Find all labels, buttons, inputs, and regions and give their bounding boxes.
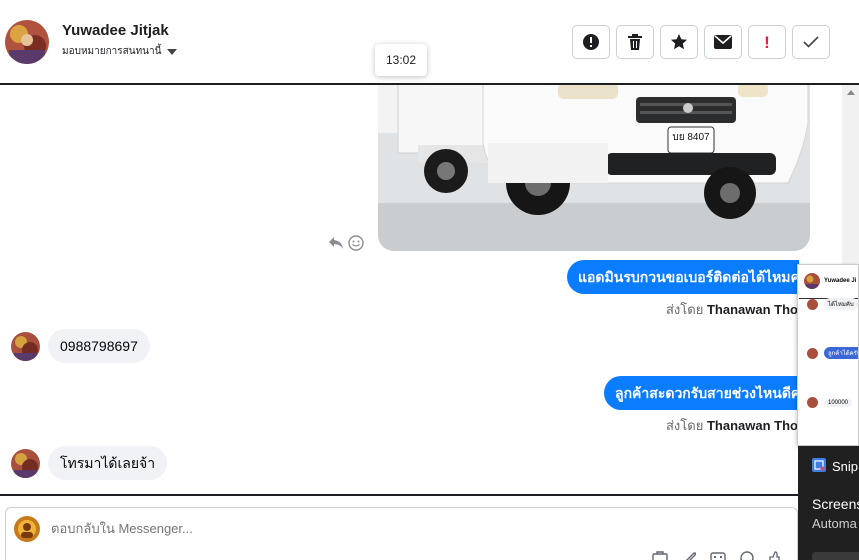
composer-tools [652, 550, 780, 560]
mark-unread-button[interactable] [704, 25, 742, 59]
popup-row-avatar [807, 347, 818, 359]
react-emoji-icon[interactable] [348, 235, 364, 256]
popup-message: ได้ไหมคับ [824, 298, 858, 310]
assign-conversation-dropdown[interactable]: มอบหมายการสนทนานี้ [62, 44, 178, 59]
snip-subtext: Automa [812, 516, 857, 531]
popup-row-avatar [807, 298, 818, 310]
reply-input[interactable] [51, 521, 451, 536]
contact-avatar-small[interactable] [11, 448, 40, 478]
shared-photo-van[interactable]: บย 8407 [378, 85, 810, 251]
assign-label: มอบหมายการสนทนานี้ [62, 46, 162, 57]
popup-message: ลูกค้าได้ครับ [824, 347, 858, 359]
bag-icon[interactable] [652, 550, 668, 560]
outgoing-message[interactable]: แอดมินรบกวนขอเบอร์ติดต่อได้ไหมคะ [567, 260, 799, 294]
alert-circle-icon [582, 33, 600, 51]
conversation-toolbar: ! [572, 25, 830, 59]
popup-message-row: ได้ไหมคับ [807, 298, 858, 310]
license-plate: บย 8407 [672, 132, 710, 143]
snip-headline: Screens [812, 496, 859, 512]
incoming-message[interactable]: 0988798697 [48, 329, 150, 363]
star-button[interactable] [660, 25, 698, 59]
star-icon [670, 33, 688, 51]
caret-down-icon [167, 48, 178, 55]
popup-message: 100000 [824, 398, 853, 407]
snipping-tool-notification[interactable]: Snip Screens Automa [798, 446, 859, 560]
incoming-message-row: 0988798697 [11, 329, 150, 363]
emoji-icon[interactable] [740, 550, 754, 560]
check-icon [803, 36, 819, 48]
popup-contact-name: Yuwadee Ji [824, 278, 857, 284]
contact-name[interactable]: Yuwadee Jitjak [62, 22, 169, 39]
delete-button[interactable] [616, 25, 654, 59]
sent-by-label: ส่งโดย Thanawan Thon [666, 302, 806, 317]
saved-reply-icon[interactable] [710, 550, 726, 560]
snip-action-button[interactable] [812, 552, 859, 560]
snip-app-name: Snip [832, 459, 859, 474]
mark-important-button[interactable]: ! [748, 25, 786, 59]
screenshot-preview-popup[interactable]: Yuwadee Ji ได้ไหมคับ ลูกค้าได้ครับ 10000… [797, 264, 859, 446]
reply-icon[interactable] [328, 236, 344, 255]
message-actions [328, 235, 364, 256]
popup-row-avatar [807, 397, 818, 408]
mark-spam-button[interactable] [572, 25, 610, 59]
exclamation-icon: ! [764, 32, 770, 52]
mark-done-button[interactable] [792, 25, 830, 59]
snipping-tool-icon [812, 458, 826, 475]
snip-title-row: Snip [812, 458, 858, 475]
conversation-header: Yuwadee Jitjak มอบหมายการสนทนานี้ ! [0, 0, 859, 84]
outgoing-message[interactable]: ลูกค้าสะดวกรับสายช่วงไหนดีคะ [604, 376, 799, 410]
sender-name: Thanawan Thon [706, 418, 806, 433]
timestamp-tooltip: 13:02 [375, 44, 427, 76]
popup-message-row: 100000 [807, 397, 853, 408]
reply-composer [5, 507, 798, 560]
like-icon[interactable] [768, 550, 780, 560]
popup-message-row: ลูกค้าได้ครับ [807, 347, 858, 359]
popup-header: Yuwadee Ji [804, 273, 856, 289]
message-thread: บย 8407 แอดมินรบกวนขอเบอร์ติดต่อได้ไหมคะ… [0, 83, 859, 496]
incoming-message-row: โทรมาได้เลยจ้า [11, 446, 168, 480]
contact-avatar[interactable] [5, 20, 49, 64]
page-avatar [14, 516, 40, 542]
incoming-message[interactable]: โทรมาได้เลยจ้า [48, 446, 168, 480]
contact-avatar-small[interactable] [11, 331, 40, 361]
sender-name: Thanawan Thon [706, 302, 806, 317]
sent-by-label: ส่งโดย Thanawan Thon [666, 418, 806, 433]
attachment-icon[interactable] [682, 550, 697, 560]
envelope-icon [714, 35, 732, 49]
trash-icon [627, 33, 643, 51]
popup-avatar [804, 273, 820, 289]
scroll-up-arrow-icon[interactable] [847, 90, 855, 95]
